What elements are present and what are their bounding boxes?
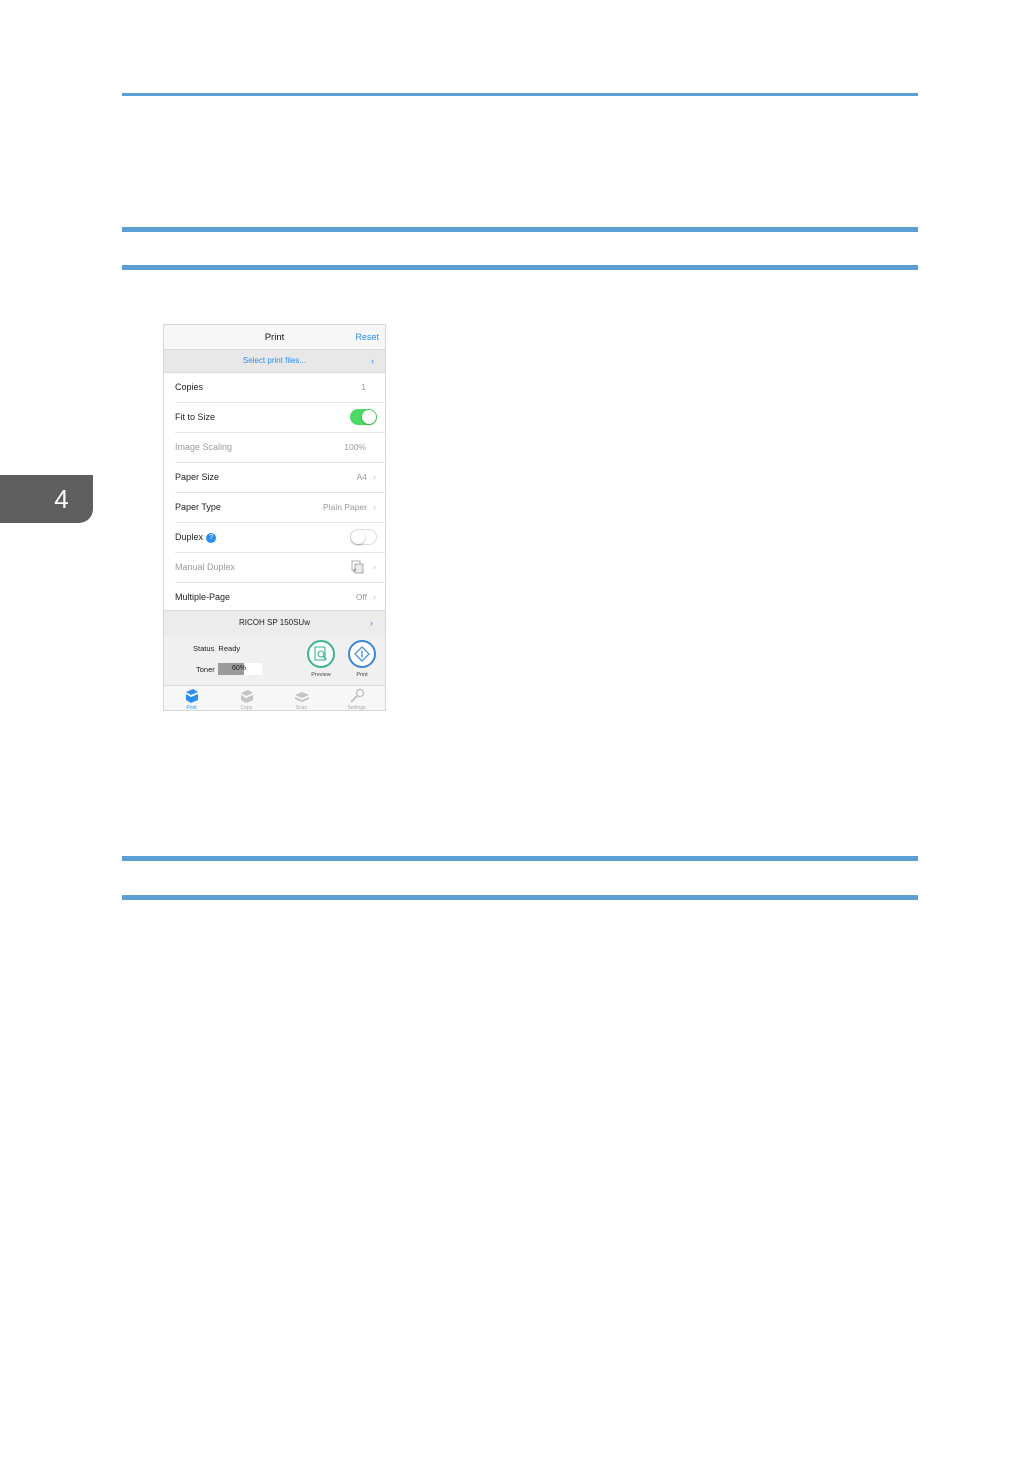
- setting-value: A4: [356, 472, 367, 482]
- setting-label: Fit to Size: [175, 412, 216, 422]
- setting-label: Copies: [175, 382, 204, 392]
- nav-title: Print: [264, 332, 285, 343]
- tab-bar: Print Copy Scan Settings: [164, 685, 385, 711]
- setting-image-scaling: Image Scaling 100%: [175, 433, 385, 463]
- preview-button[interactable]: [307, 640, 335, 668]
- toggle-knob: [362, 410, 376, 424]
- setting-label: Paper Type: [175, 502, 221, 512]
- section-rule-bottom: [122, 265, 918, 270]
- duplex-label: Duplex: [175, 532, 204, 542]
- toner-label: Toner: [196, 665, 215, 674]
- scan-tab-icon: [295, 692, 309, 702]
- settings-list: Copies 1 Fit to Size Image Scaling 100% …: [164, 373, 385, 613]
- section-rule-bottom-2: [122, 895, 918, 900]
- toner-percent: 60%: [232, 665, 247, 672]
- setting-label: Paper Size: [175, 472, 220, 482]
- duplex-toggle[interactable]: [350, 529, 377, 545]
- setting-paper-type[interactable]: Paper Type Plain Paper ›: [175, 493, 385, 523]
- preview-icon: [314, 646, 327, 661]
- tab-settings[interactable]: Settings: [329, 686, 384, 711]
- setting-value: 100%: [344, 442, 366, 452]
- chevron-right-icon: ›: [371, 356, 374, 366]
- chapter-tab: 4: [0, 475, 93, 523]
- settings-tab-icon: [350, 688, 365, 703]
- print-button[interactable]: [348, 640, 376, 668]
- setting-value: Plain Paper: [323, 502, 367, 512]
- chevron-right-icon: ›: [373, 472, 376, 482]
- setting-duplex: Duplex?: [175, 523, 385, 553]
- toggle-knob: [351, 530, 365, 544]
- preview-caption: Preview: [311, 672, 331, 678]
- printer-name: RICOH SP 150SUw: [239, 618, 310, 627]
- printer-select-button[interactable]: RICOH SP 150SUw ›: [164, 610, 385, 636]
- tab-label: Print: [186, 705, 197, 711]
- section-rule-top: [122, 227, 918, 232]
- setting-copies[interactable]: Copies 1: [175, 373, 385, 403]
- setting-multiple-page[interactable]: Multiple-Page Off ›: [175, 583, 385, 613]
- print-start-icon: [354, 646, 370, 662]
- printer-status: Status Ready: [193, 644, 241, 653]
- setting-label: Manual Duplex: [175, 562, 236, 572]
- setting-paper-size[interactable]: Paper Size A4 ›: [175, 463, 385, 493]
- setting-fit-to-size: Fit to Size: [175, 403, 385, 433]
- fit-to-size-toggle[interactable]: [350, 409, 377, 425]
- status-panel: Status Ready Toner 60% Preview Print: [164, 635, 385, 685]
- tab-print[interactable]: Print: [164, 686, 219, 711]
- print-screen: Print Reset Select print files... › Copi…: [163, 324, 386, 711]
- select-print-files-button[interactable]: Select print files... ›: [164, 349, 385, 373]
- setting-value: Off: [355, 592, 367, 602]
- header-rule: [122, 93, 918, 96]
- print-caption: Print: [356, 672, 368, 678]
- tab-label: Scan: [295, 705, 308, 711]
- help-icon[interactable]: ?: [206, 532, 217, 543]
- nav-bar: Print Reset: [164, 325, 385, 349]
- chapter-number: 4: [54, 484, 69, 514]
- setting-label: Multiple-Page: [175, 592, 231, 602]
- print-tab-icon: [186, 689, 198, 703]
- setting-value: 1: [361, 382, 366, 392]
- copy-tab-icon: [241, 690, 253, 703]
- tab-label: Settings: [347, 705, 366, 711]
- tab-scan[interactable]: Scan: [274, 686, 329, 711]
- toner-level-bar: 60%: [218, 663, 262, 675]
- setting-label: Image Scaling: [175, 442, 233, 452]
- reset-button[interactable]: Reset: [355, 332, 379, 342]
- chevron-right-icon: ›: [373, 562, 376, 572]
- chevron-right-icon: ›: [373, 502, 376, 512]
- section-rule-top-2: [122, 856, 918, 861]
- tab-label: Copy: [240, 705, 253, 711]
- setting-label: Duplex?: [175, 523, 217, 552]
- chevron-right-icon: ›: [370, 618, 373, 628]
- select-print-files-label: Select print files...: [242, 356, 307, 365]
- tab-copy[interactable]: Copy: [219, 686, 274, 711]
- chevron-right-icon: ›: [373, 592, 376, 602]
- manual-duplex-icon: [351, 560, 364, 574]
- setting-manual-duplex: Manual Duplex ›: [175, 553, 385, 583]
